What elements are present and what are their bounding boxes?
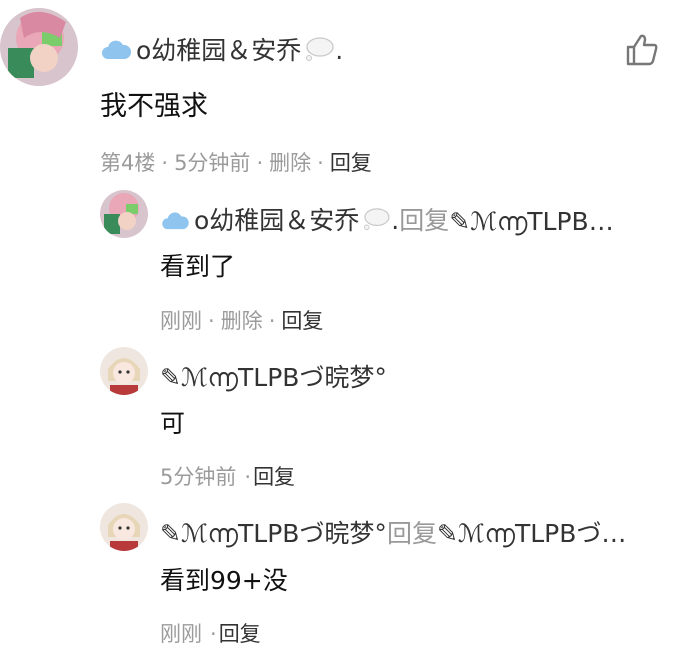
reply-username[interactable]: ✎ℳ൬TLPBづ晥梦° <box>160 363 387 392</box>
reply-username[interactable]: o幼稚园＆安乔 <box>194 206 359 235</box>
reply-link[interactable]: 回复 <box>219 622 261 646</box>
reply-text: 看到了 <box>160 252 236 281</box>
reply-avatar[interactable] <box>100 347 148 395</box>
thought-bubble-icon <box>361 207 391 237</box>
reply-avatar[interactable] <box>100 190 148 238</box>
comment-username[interactable]: o幼稚园＆安乔. <box>100 31 343 68</box>
timestamp: 5分钟前 <box>174 151 251 175</box>
cloud-emoji-icon <box>100 38 132 67</box>
reply-target-username[interactable]: ✎ℳ൬TLPBづ… <box>437 514 626 550</box>
reply-avatar[interactable] <box>100 503 148 551</box>
floor-label: 第4楼 <box>100 151 156 175</box>
delete-link[interactable]: 删除 <box>269 151 311 175</box>
reply-link[interactable]: 回复 <box>281 309 323 333</box>
comment-meta: 第4楼 · 5分钟前 · 删除 · 回复 <box>100 151 372 175</box>
reply-meta: 刚刚 · 删除 · 回复 <box>160 309 324 333</box>
reply-word: 回复 <box>386 519 437 548</box>
reply-meta: 刚刚 ·回复 <box>160 622 261 646</box>
cloud-emoji-icon <box>160 208 190 237</box>
timestamp: 5分钟前 <box>160 465 237 489</box>
reply-header: o幼稚园＆安乔 .回复✎ℳ൬TLPB… <box>160 201 614 237</box>
comment-text: 我不强求 <box>100 91 208 122</box>
reply-target-username[interactable]: ✎ℳ൬TLPB… <box>449 207 613 237</box>
reply-username[interactable]: ✎ℳ൬TLPBづ晥梦° <box>160 519 387 548</box>
thumbs-up-icon[interactable] <box>624 32 660 68</box>
delete-link[interactable]: 删除 <box>221 309 263 333</box>
reply-word: 回复 <box>399 206 450 235</box>
reply-link[interactable]: 回复 <box>330 151 372 175</box>
reply-header: ✎ℳ൬TLPBづ晥梦°回复✎ℳ൬TLPBづ… <box>160 514 626 550</box>
timestamp: 刚刚 <box>160 622 202 646</box>
reply-text: 看到99+没 <box>160 566 288 595</box>
thought-bubble-icon <box>303 36 335 68</box>
reply-text: 可 <box>160 409 186 438</box>
reply-link[interactable]: 回复 <box>253 465 295 489</box>
timestamp: 刚刚 <box>160 309 202 333</box>
reply-header: ✎ℳ൬TLPBづ晥梦° <box>160 358 387 394</box>
reply-meta: 5分钟前 ·回复 <box>160 465 296 489</box>
avatar[interactable] <box>0 8 78 86</box>
